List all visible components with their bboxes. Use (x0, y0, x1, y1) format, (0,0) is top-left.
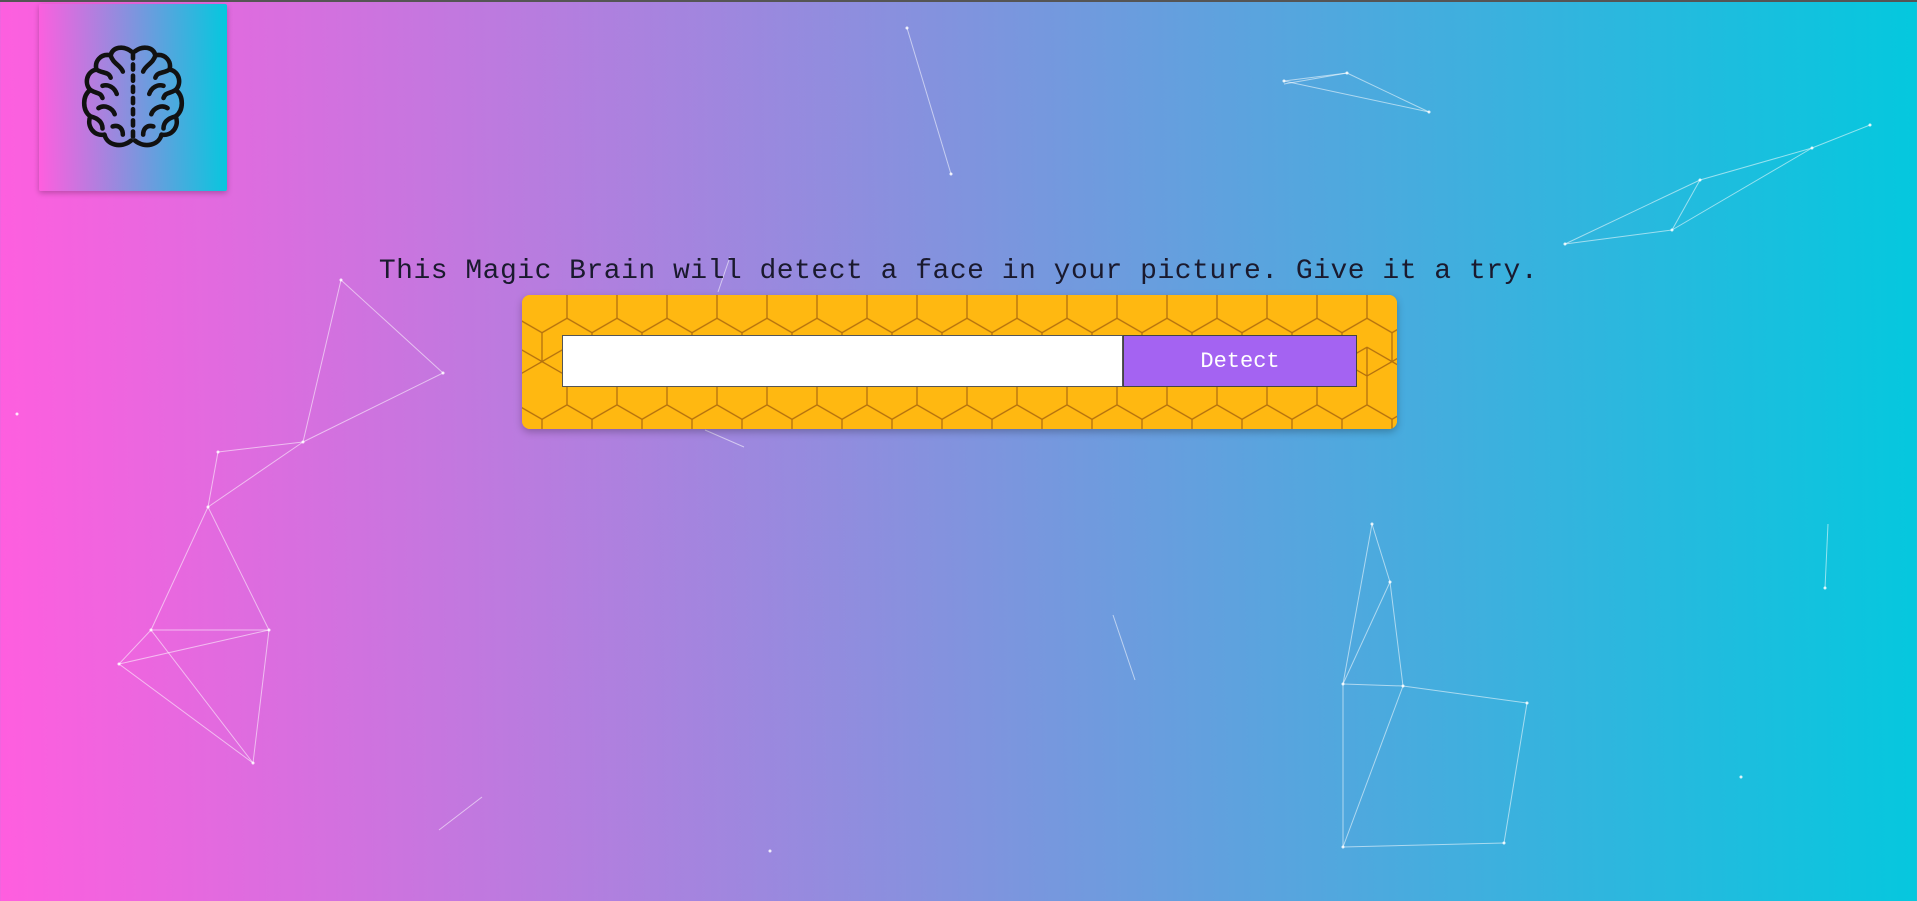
image-url-input[interactable] (562, 335, 1123, 387)
image-url-form: Detect (522, 295, 1397, 429)
page-headline: This Magic Brain will detect a face in y… (378, 256, 1539, 287)
particle-background (15, 26, 1872, 853)
detect-button[interactable]: Detect (1123, 335, 1357, 387)
logo-card (39, 4, 227, 191)
brain-icon (81, 44, 185, 147)
